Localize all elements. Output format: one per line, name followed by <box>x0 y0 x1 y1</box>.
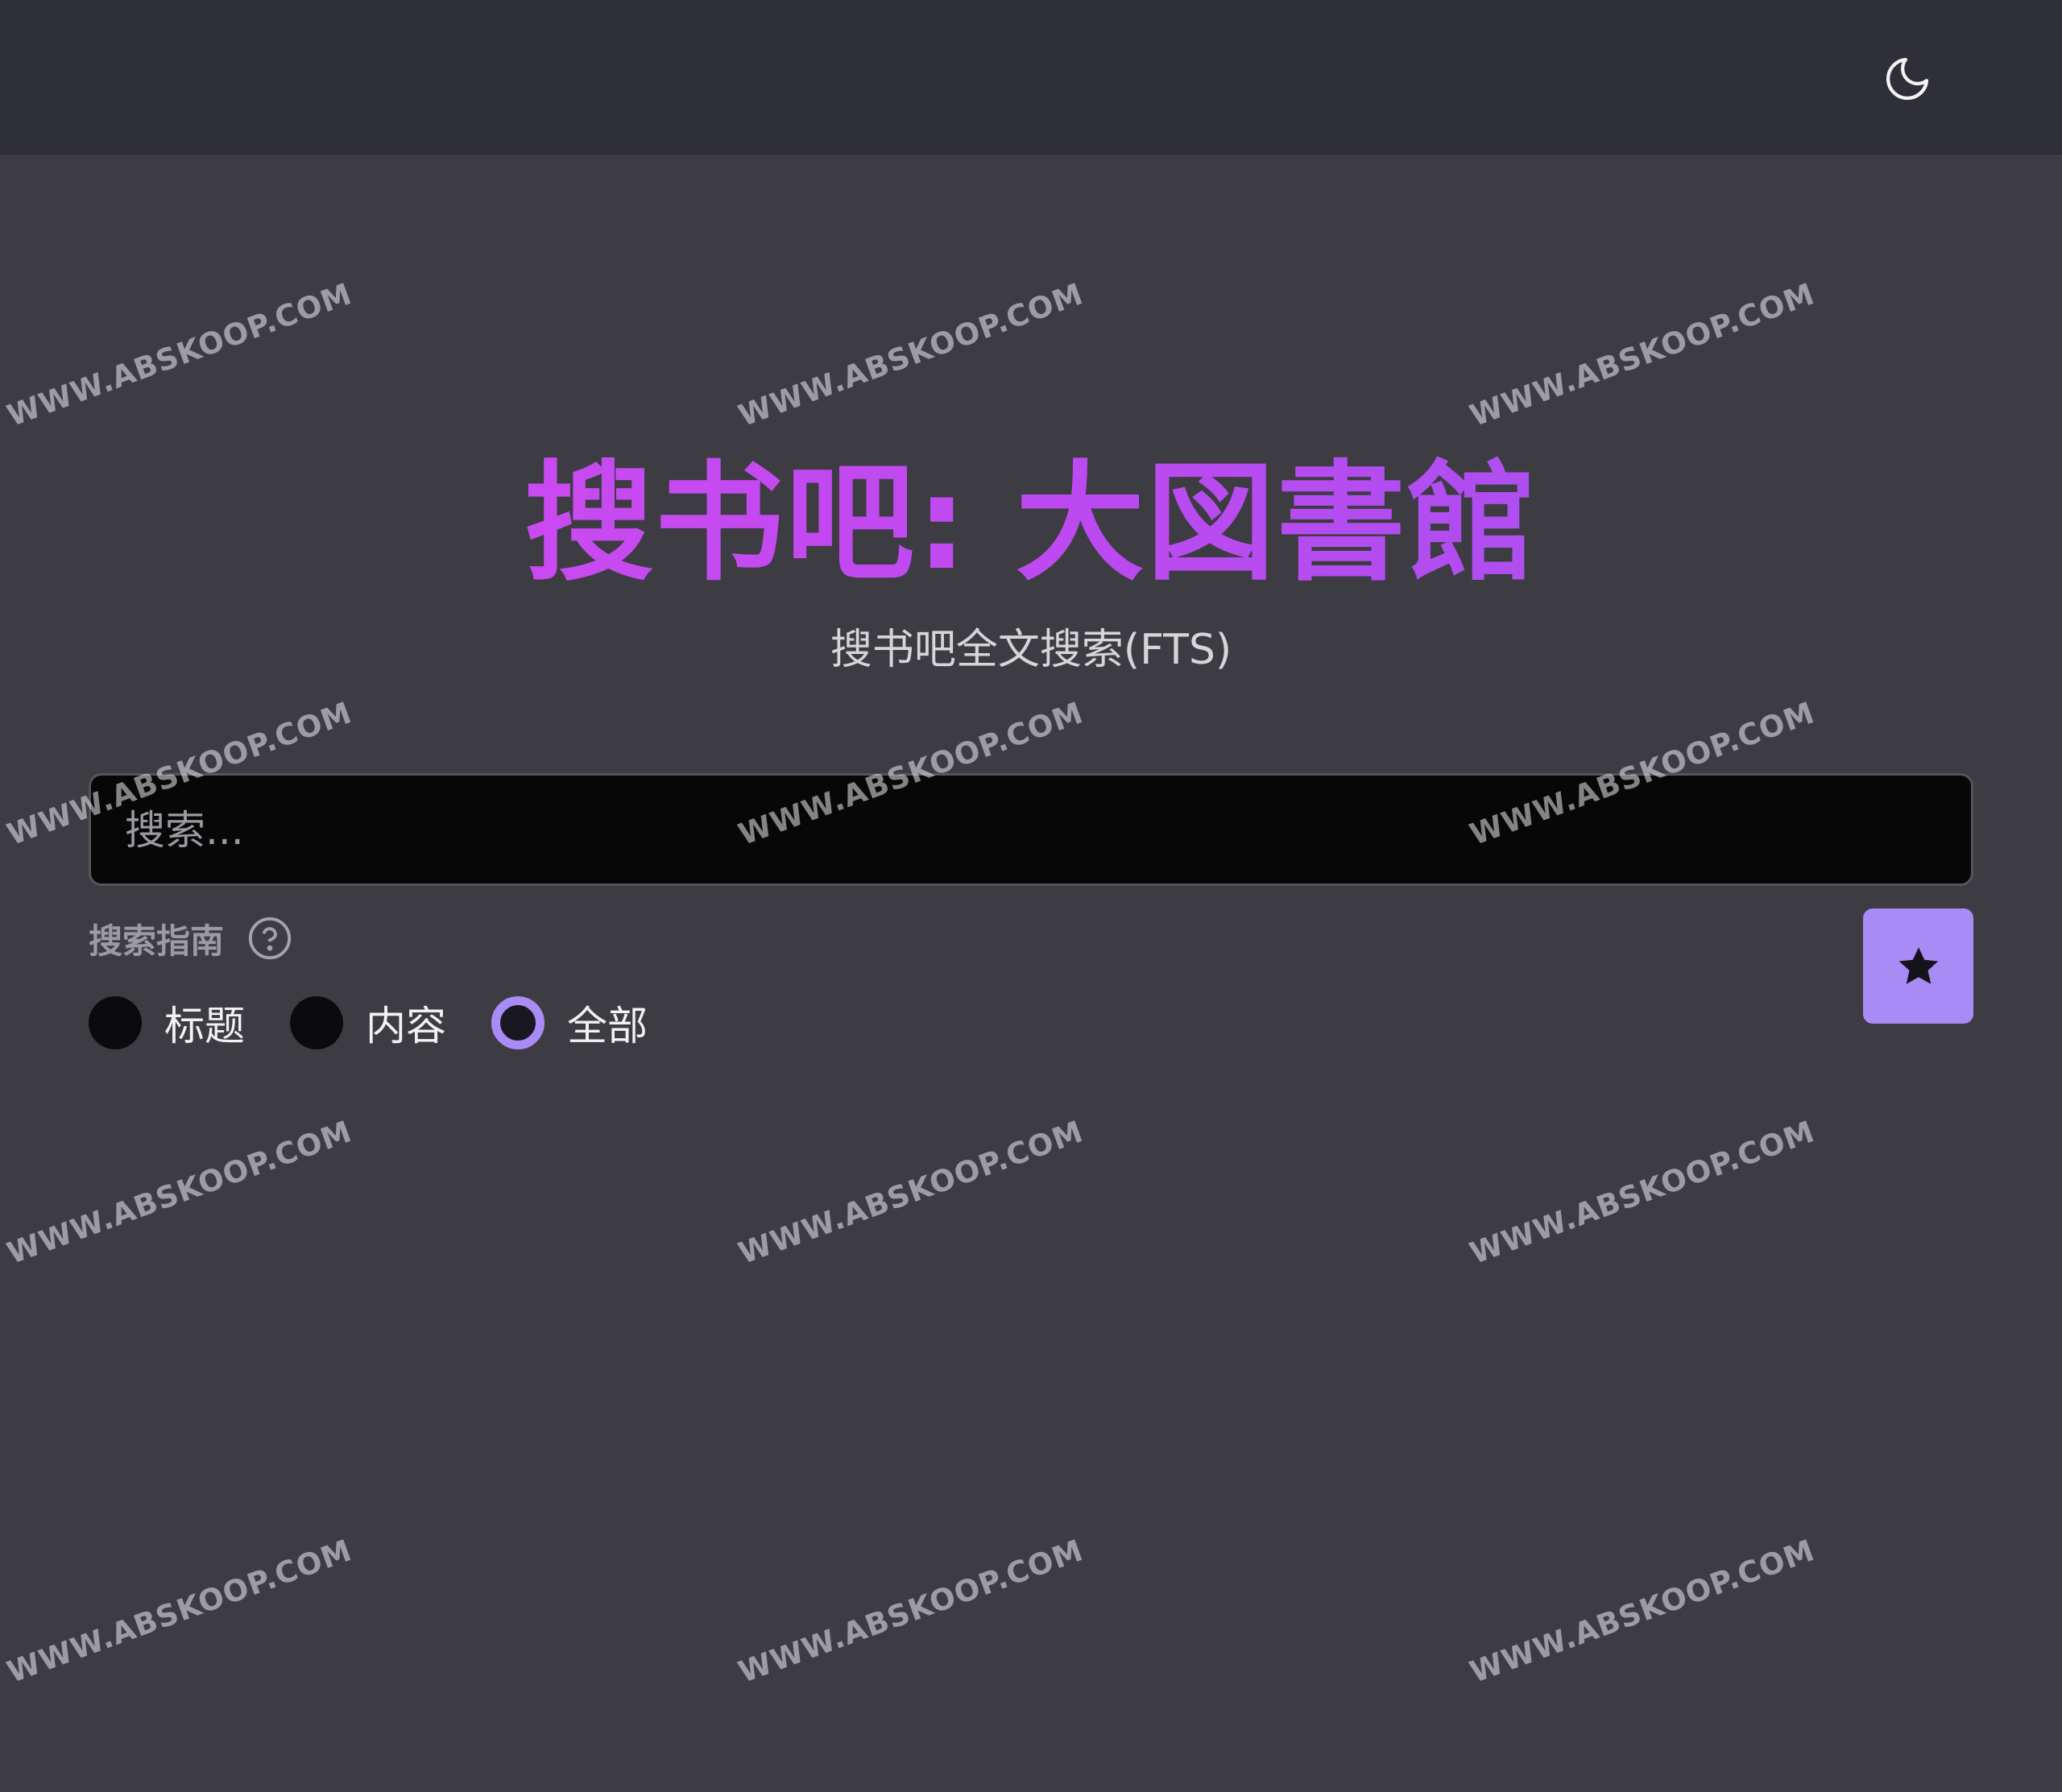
theme-toggle-button[interactable] <box>1877 48 1938 110</box>
watermark-text: WWW.ABSKOOP.COM <box>1465 1533 1820 1690</box>
watermark-text: WWW.ABSKOOP.COM <box>734 1533 1088 1690</box>
radio-label: 内容 <box>366 1003 446 1049</box>
watermark-text: WWW.ABSKOOP.COM <box>2 276 357 433</box>
page-subtitle: 搜书吧全文搜索(FTS) <box>830 626 1232 674</box>
radio-option-content[interactable]: 内容 <box>290 994 446 1052</box>
watermark-text: WWW.ABSKOOP.COM <box>1465 1114 1820 1271</box>
favorites-button[interactable] <box>1863 908 1973 1024</box>
watermark-text: WWW.ABSKOOP.COM <box>1465 276 1820 433</box>
radio-option-title[interactable]: 标题 <box>89 994 245 1052</box>
watermark-text: WWW.ABSKOOP.COM <box>2 1114 357 1271</box>
top-bar <box>0 0 2062 155</box>
watermark-layer: WWW.ABSKOOP.COM WWW.ABSKOOP.COM WWW.ABSK… <box>0 0 2062 1792</box>
radio-option-all[interactable]: 全部 <box>491 994 648 1052</box>
radio-button-selected[interactable] <box>491 996 544 1049</box>
search-guide-link[interactable]: 搜索指南 <box>89 910 293 966</box>
search-input[interactable] <box>123 776 1931 885</box>
watermark-text: WWW.ABSKOOP.COM <box>734 276 1088 433</box>
moon-icon <box>1886 57 1929 101</box>
radio-button[interactable] <box>89 996 142 1049</box>
watermark-text: WWW.ABSKOOP.COM <box>2 1533 357 1690</box>
search-box <box>89 773 1973 886</box>
radio-label: 全部 <box>567 1003 648 1049</box>
radio-label: 标题 <box>164 1003 245 1049</box>
app-window: 搜书吧: 大図書館 搜书吧全文搜索(FTS) 搜索指南 标题 内容 全部 <box>0 0 2062 1792</box>
watermark-text: WWW.ABSKOOP.COM <box>734 1114 1088 1271</box>
search-mode-radio-group: 标题 内容 全部 <box>89 995 693 1051</box>
help-circle-icon[interactable] <box>246 915 293 962</box>
radio-button[interactable] <box>290 996 343 1049</box>
page-title: 搜书吧: 大図書館 <box>0 439 2062 608</box>
search-guide-label: 搜索指南 <box>89 921 225 961</box>
star-icon <box>1898 946 1938 984</box>
